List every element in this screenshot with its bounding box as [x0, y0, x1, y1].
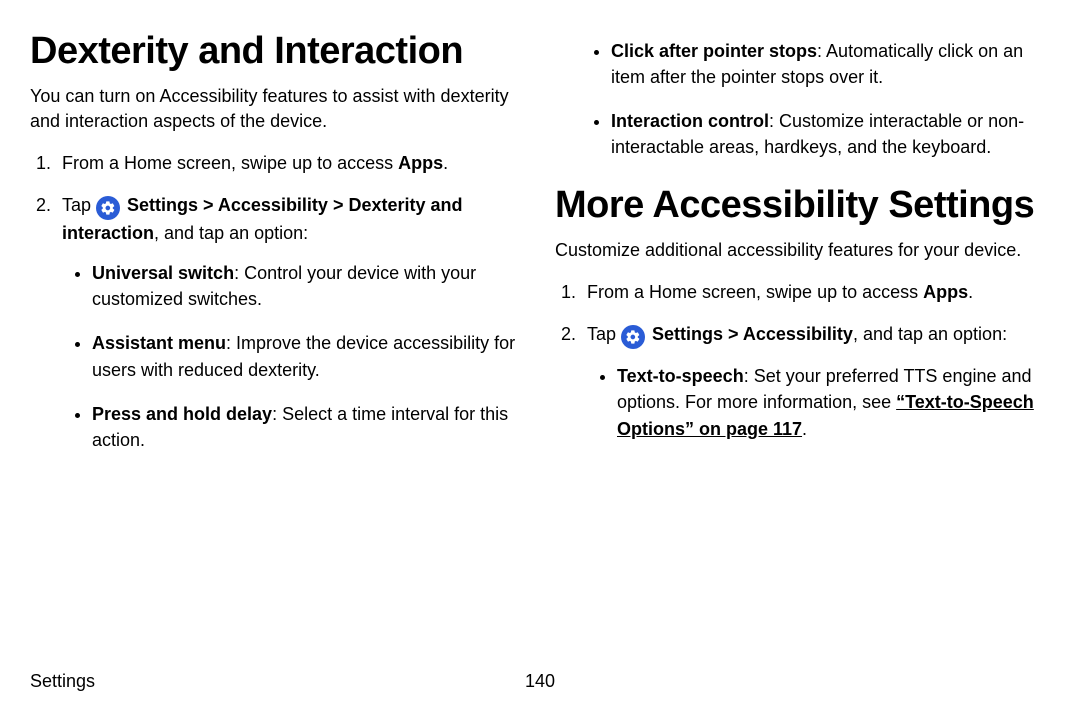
steps-dexterity: From a Home screen, swipe up to access A… — [30, 150, 525, 453]
step-2-post: , and tap an option: — [853, 324, 1007, 344]
settings-path: Settings > Accessibility — [647, 324, 853, 344]
option-title: Universal switch — [92, 263, 234, 283]
option-title: Click after pointer stops — [611, 41, 817, 61]
step-2: Tap Settings > Accessibility, and tap an… — [581, 321, 1050, 441]
list-item: Click after pointer stops: Automatically… — [611, 38, 1050, 90]
intro-more-accessibility: Customize additional accessibility featu… — [555, 238, 1050, 263]
step-1: From a Home screen, swipe up to access A… — [581, 279, 1050, 305]
page-footer: Settings 140 — [30, 671, 1050, 692]
apps-label: Apps — [923, 282, 968, 302]
heading-dexterity: Dexterity and Interaction — [30, 30, 525, 74]
list-item: Interaction control: Customize interacta… — [611, 108, 1050, 160]
settings-gear-icon — [96, 196, 120, 220]
options-dexterity: Universal switch: Control your device wi… — [62, 260, 525, 453]
page-content: Dexterity and Interaction You can turn o… — [0, 0, 1080, 471]
option-title: Text-to-speech — [617, 366, 744, 386]
list-item: Text-to-speech: Set your preferred TTS e… — [617, 363, 1050, 441]
option-title: Press and hold delay — [92, 404, 272, 424]
options-dexterity-continued: Click after pointer stops: Automatically… — [555, 38, 1050, 160]
footer-page-number: 140 — [525, 671, 555, 692]
step-1-post: . — [443, 153, 448, 173]
list-item: Assistant menu: Improve the device acces… — [92, 330, 525, 382]
options-more-accessibility: Text-to-speech: Set your preferred TTS e… — [587, 363, 1050, 441]
step-2-pre: Tap — [62, 195, 96, 215]
step-2: Tap Settings > Accessibility > Dexterity… — [56, 192, 525, 453]
footer-section: Settings — [30, 671, 95, 692]
apps-label: Apps — [398, 153, 443, 173]
list-item: Press and hold delay: Select a time inte… — [92, 401, 525, 453]
step-1-pre: From a Home screen, swipe up to access — [62, 153, 398, 173]
option-title: Interaction control — [611, 111, 769, 131]
intro-dexterity: You can turn on Accessibility features t… — [30, 84, 525, 134]
settings-gear-icon — [621, 325, 645, 349]
list-item: Universal switch: Control your device wi… — [92, 260, 525, 312]
step-1: From a Home screen, swipe up to access A… — [56, 150, 525, 176]
heading-more-accessibility: More Accessibility Settings — [555, 184, 1050, 228]
left-column: Dexterity and Interaction You can turn o… — [30, 30, 525, 471]
step-1-pre: From a Home screen, swipe up to access — [587, 282, 923, 302]
steps-more-accessibility: From a Home screen, swipe up to access A… — [555, 279, 1050, 441]
option-after: . — [802, 419, 807, 439]
step-2-post: , and tap an option: — [154, 223, 308, 243]
right-column: Click after pointer stops: Automatically… — [555, 30, 1050, 471]
step-1-post: . — [968, 282, 973, 302]
option-title: Assistant menu — [92, 333, 226, 353]
step-2-pre: Tap — [587, 324, 621, 344]
